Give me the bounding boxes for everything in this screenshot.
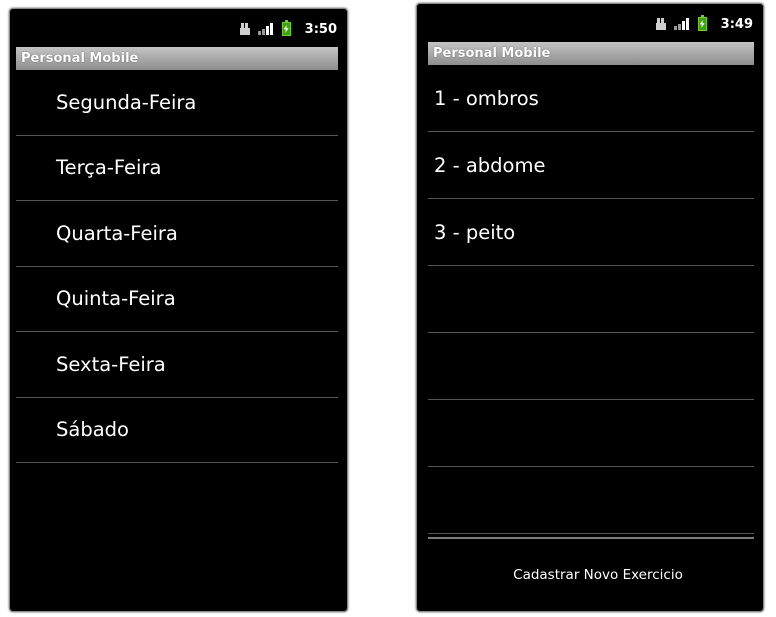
empty-list-item[interactable] [428,333,754,400]
day-item-segunda[interactable]: Segunda-Feira [16,70,338,136]
right-phone-screen: 3:49 Personal Mobile 1 - ombros 2 - abdo… [416,3,764,612]
exercise-item[interactable]: 1 - ombros [428,65,754,132]
left-phone-screen: 3:50 Personal Mobile Segunda-Feira Terça… [9,8,348,612]
status-time: 3:49 [720,16,753,32]
exercise-item[interactable]: 2 - abdome [428,132,754,199]
day-item-quinta[interactable]: Quinta-Feira [16,267,338,332]
usb-icon [239,23,250,35]
status-bar: 3:50 [10,9,347,49]
day-item-quarta[interactable]: Quarta-Feira [16,201,338,267]
exercise-list: 1 - ombros 2 - abdome 3 - peito [428,65,754,534]
day-item-terca[interactable]: Terça-Feira [16,136,338,201]
usb-icon [655,18,666,30]
empty-list-item[interactable] [428,400,754,467]
days-list: Segunda-Feira Terça-Feira Quarta-Feira Q… [16,70,338,463]
battery-charging-icon [697,15,707,31]
empty-list-item[interactable] [428,266,754,333]
day-item-sabado[interactable]: Sábado [16,398,338,463]
battery-charging-icon [281,20,291,36]
signal-icon [257,23,274,35]
app-title: Personal Mobile [16,47,338,70]
status-bar: 3:49 [417,4,763,44]
empty-list-item[interactable] [428,467,754,534]
status-time: 3:50 [304,21,337,37]
signal-icon [673,18,690,30]
add-exercise-button[interactable]: Cadastrar Novo Exercicio [428,537,754,610]
app-title: Personal Mobile [428,42,754,65]
day-item-sexta[interactable]: Sexta-Feira [16,332,338,398]
exercise-item[interactable]: 3 - peito [428,199,754,266]
